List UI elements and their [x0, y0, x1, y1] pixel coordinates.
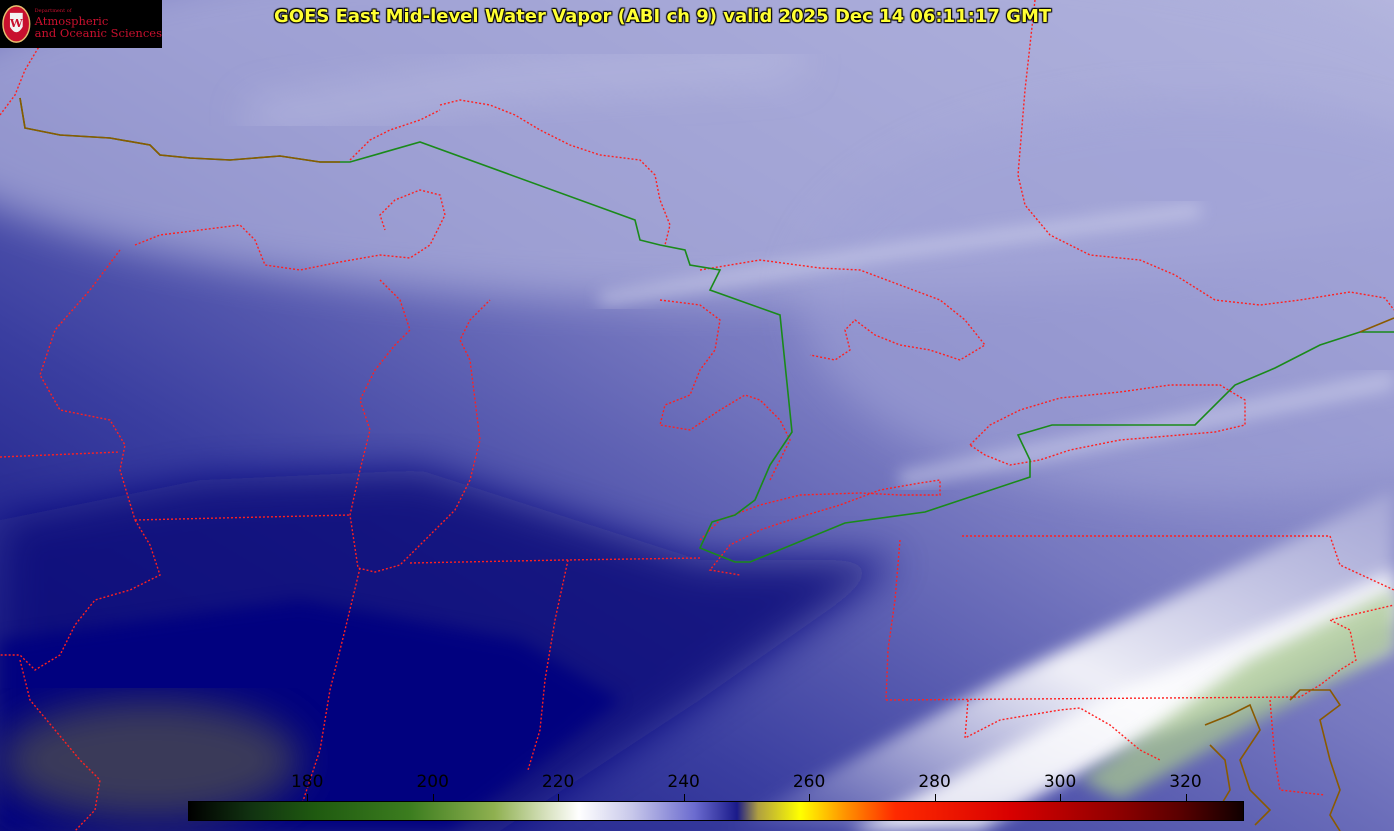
water-vapor-map — [0, 0, 1394, 831]
colorbar-tick-label: 280 — [918, 772, 951, 792]
colorbar-tick-mark — [1060, 794, 1062, 801]
colorbar-tick-label: 320 — [1169, 772, 1202, 792]
image-title: GOES East Mid-level Water Vapor (ABI ch … — [274, 6, 1052, 27]
colorbar-tick-label: 260 — [792, 772, 826, 792]
colorbar-tick-label: 300 — [1043, 772, 1077, 792]
colorbar-tick-label: 200 — [416, 772, 449, 792]
logo-text: Department of Atmospheric and Oceanic Sc… — [35, 9, 162, 39]
aos-logo: W Department of Atmospheric and Oceanic … — [0, 0, 162, 48]
colorbar-tick-mark — [558, 794, 560, 801]
colorbar-tick-label: 240 — [667, 772, 700, 792]
svg-text:W: W — [9, 16, 23, 30]
colorbar-tick-label: 220 — [541, 772, 575, 792]
colorbar-tick-mark — [934, 794, 936, 801]
colorbar-tick-label: 180 — [290, 772, 324, 792]
uw-crest-icon: W — [2, 5, 31, 43]
colorbar-tick-mark — [1185, 794, 1187, 801]
colorbar — [188, 801, 1244, 821]
colorbar-tick-mark — [432, 794, 434, 801]
logo-line-2: and Oceanic Sciences — [34, 25, 162, 40]
colorbar-tick-mark — [809, 794, 811, 801]
colorbar-tick-mark — [307, 794, 309, 801]
colorbar-tick-mark — [683, 794, 685, 801]
